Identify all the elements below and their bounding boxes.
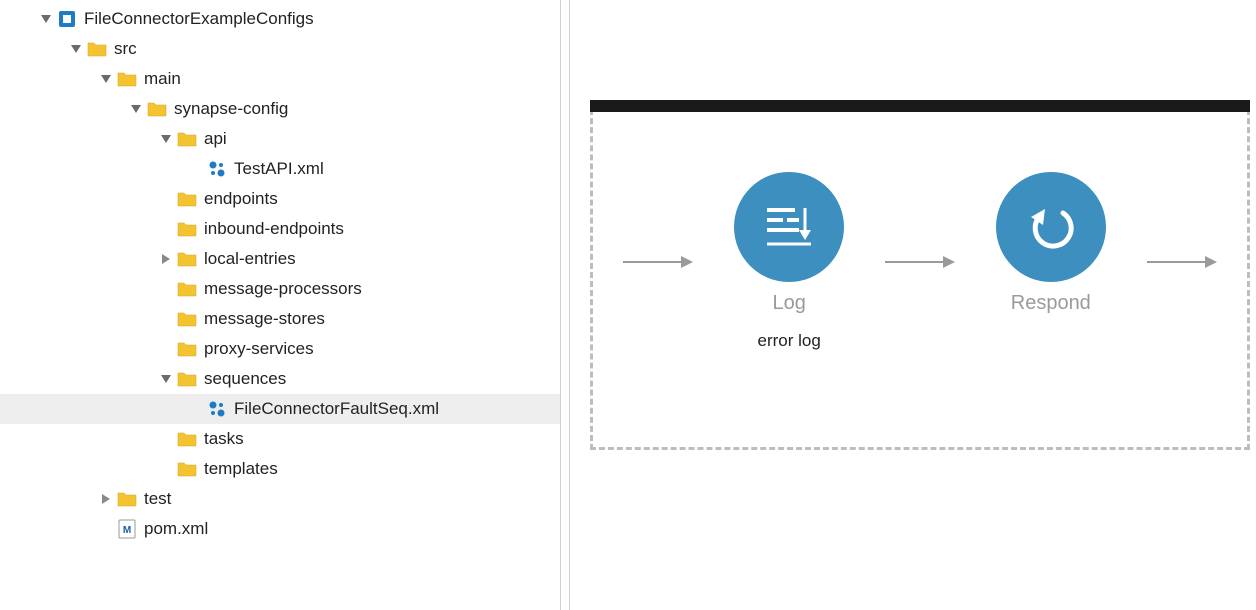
tree-label: sequences xyxy=(204,369,286,389)
tree-label: inbound-endpoints xyxy=(204,219,344,239)
folder-icon xyxy=(176,369,198,389)
tree-item-tasks[interactable]: tasks xyxy=(0,424,560,454)
tree-item-pom-xml[interactable]: M pom.xml xyxy=(0,514,560,544)
node-sublabel: error log xyxy=(758,331,821,351)
chevron-right-icon[interactable] xyxy=(98,491,114,507)
panel-divider[interactable] xyxy=(560,0,570,610)
tree-item-message-processors[interactable]: message-processors xyxy=(0,274,560,304)
tree-item-message-stores[interactable]: message-stores xyxy=(0,304,560,334)
tree-item-synapse-config[interactable]: synapse-config xyxy=(0,94,560,124)
node-label: Log xyxy=(773,292,806,315)
folder-icon xyxy=(176,279,198,299)
tree-label: message-processors xyxy=(204,279,362,299)
tree-item-fault-seq-xml[interactable]: FileConnectorFaultSeq.xml xyxy=(0,394,560,424)
chevron-down-icon[interactable] xyxy=(158,371,174,387)
chevron-down-icon[interactable] xyxy=(158,131,174,147)
sequence-file-icon xyxy=(206,159,228,179)
folder-icon xyxy=(176,129,198,149)
tree-item-api[interactable]: api xyxy=(0,124,560,154)
tree-label: synapse-config xyxy=(174,99,288,119)
tree-label: tasks xyxy=(204,429,244,449)
respond-icon xyxy=(996,172,1106,282)
sequence-diagram-panel: Log error log Respond xyxy=(570,0,1256,610)
flow-arrow-icon xyxy=(885,252,955,272)
tree-item-inbound-endpoints[interactable]: inbound-endpoints xyxy=(0,214,560,244)
svg-text:M: M xyxy=(123,525,131,536)
folder-icon xyxy=(116,69,138,89)
tree-label: FileConnectorExampleConfigs xyxy=(84,9,314,29)
diagram-title-bar[interactable] xyxy=(590,100,1250,112)
node-sublabel xyxy=(1048,331,1053,351)
folder-icon xyxy=(86,39,108,59)
folder-icon xyxy=(176,219,198,239)
tree-item-sequences[interactable]: sequences xyxy=(0,364,560,394)
folder-icon xyxy=(176,309,198,329)
node-label: Respond xyxy=(1011,292,1091,315)
tree-label: proxy-services xyxy=(204,339,314,359)
tree-label: FileConnectorFaultSeq.xml xyxy=(234,399,439,419)
sequence-file-icon xyxy=(206,399,228,419)
project-tree-panel: FileConnectorExampleConfigs src main syn… xyxy=(0,0,560,610)
folder-icon xyxy=(176,249,198,269)
tree-label: src xyxy=(114,39,137,59)
chevron-down-icon[interactable] xyxy=(98,71,114,87)
chevron-right-icon[interactable] xyxy=(158,251,174,267)
flow-arrow-icon xyxy=(623,252,693,272)
folder-icon xyxy=(146,99,168,119)
tree-item-test[interactable]: test xyxy=(0,484,560,514)
tree-label: message-stores xyxy=(204,309,325,329)
tree-label: api xyxy=(204,129,227,149)
tree-label: test xyxy=(144,489,171,509)
log-icon xyxy=(734,172,844,282)
tree-item-templates[interactable]: templates xyxy=(0,454,560,484)
maven-file-icon: M xyxy=(116,519,138,539)
folder-icon xyxy=(116,489,138,509)
tree-label: templates xyxy=(204,459,278,479)
folder-icon xyxy=(176,339,198,359)
tree-label: TestAPI.xml xyxy=(234,159,324,179)
diagram-node-log[interactable]: Log error log xyxy=(734,172,844,351)
chevron-down-icon[interactable] xyxy=(128,101,144,117)
folder-icon xyxy=(176,189,198,209)
tree-label: local-entries xyxy=(204,249,296,269)
chevron-down-icon[interactable] xyxy=(38,11,54,27)
flow-arrow-icon xyxy=(1147,252,1217,272)
tree-item-main[interactable]: main xyxy=(0,64,560,94)
tree-label: endpoints xyxy=(204,189,278,209)
chevron-down-icon[interactable] xyxy=(68,41,84,57)
tree-item-proxy-services[interactable]: proxy-services xyxy=(0,334,560,364)
tree-item-endpoints[interactable]: endpoints xyxy=(0,184,560,214)
tree-label: pom.xml xyxy=(144,519,208,539)
folder-icon xyxy=(176,429,198,449)
tree-label: main xyxy=(144,69,181,89)
project-icon xyxy=(56,9,78,29)
folder-icon xyxy=(176,459,198,479)
tree-item-src[interactable]: src xyxy=(0,34,560,64)
diagram-flow: Log error log Respond xyxy=(593,172,1247,351)
tree-item-project[interactable]: FileConnectorExampleConfigs xyxy=(0,4,560,34)
diagram-node-respond[interactable]: Respond xyxy=(996,172,1106,351)
diagram-container[interactable]: Log error log Respond xyxy=(590,100,1250,450)
tree-item-local-entries[interactable]: local-entries xyxy=(0,244,560,274)
tree-item-testapi-xml[interactable]: TestAPI.xml xyxy=(0,154,560,184)
